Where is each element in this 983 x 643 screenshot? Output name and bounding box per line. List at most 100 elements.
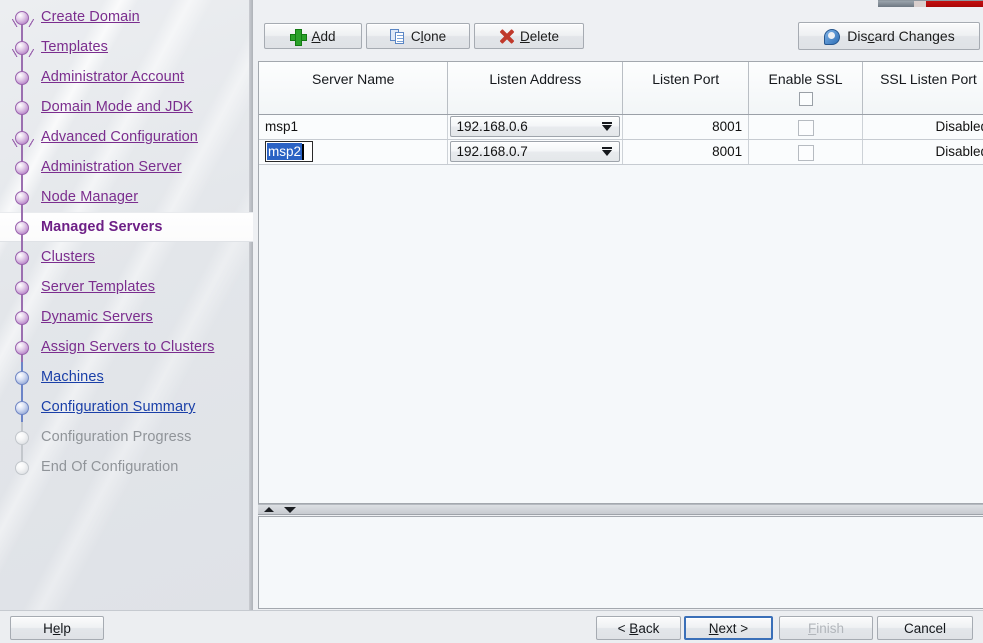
finish-button: Finish: [779, 616, 873, 640]
sidebar-item-machines[interactable]: Machines: [0, 362, 253, 392]
sidebar-item-server-templates[interactable]: Server Templates: [0, 272, 253, 302]
sidebar-item-domain-mode-and-jdk[interactable]: Domain Mode and JDK: [0, 92, 253, 122]
ssl-listen-port-value: Disabled: [935, 144, 983, 159]
add-button-label: Add: [311, 29, 335, 44]
step-node-icon: [11, 392, 33, 422]
step-bead-icon: [15, 191, 29, 205]
step-bead-icon: [15, 221, 29, 235]
column-header-listen-port[interactable]: Listen Port: [623, 62, 749, 114]
splitter-collapse-up-icon[interactable]: [264, 507, 274, 512]
listen-address-value: 192.168.0.6: [456, 119, 527, 134]
sidebar-item-end-of-configuration: End Of Configuration: [0, 452, 253, 482]
copy-icon: [390, 29, 405, 44]
listen-address-combobox[interactable]: 192.168.0.7: [450, 141, 620, 162]
panel-splitter[interactable]: [258, 504, 983, 515]
step-bead-icon: [15, 71, 29, 85]
sidebar-item-clusters[interactable]: Clusters: [0, 242, 253, 272]
step-node-icon: [11, 362, 33, 392]
cell-listen-port[interactable]: 8001: [623, 139, 749, 164]
discard-changes-button[interactable]: Discard Changes: [798, 22, 980, 50]
cell-listen-address[interactable]: 192.168.0.6: [448, 114, 623, 139]
chevron-down-icon[interactable]: [602, 150, 612, 156]
step-node-icon: [11, 152, 33, 182]
sidebar-item-assign-servers-to-clusters[interactable]: Assign Servers to Clusters: [0, 332, 253, 362]
sidebar-item-label: Clusters: [33, 249, 95, 265]
step-node-icon: [11, 62, 33, 92]
table-row[interactable]: msp2 192.168.0.7 8001 Disabled: [259, 139, 983, 164]
column-header-ssl-listen-port[interactable]: SSL Listen Port: [862, 62, 983, 114]
sidebar-item-dynamic-servers[interactable]: Dynamic Servers: [0, 302, 253, 332]
back-button[interactable]: < Back: [596, 616, 681, 640]
configuration-wizard-window: Create DomainTemplates Administrator Acco…: [0, 0, 983, 643]
server-name-value: msp1: [265, 119, 298, 134]
sidebar-item-administrator-account[interactable]: Administrator Account: [0, 62, 253, 92]
step-bead-icon: [15, 401, 29, 415]
window-titlebar-sliver: [878, 0, 983, 7]
managed-servers-table: Server NameListen Address Listen Port Enab…: [259, 62, 983, 165]
sidebar-item-managed-servers[interactable]: Managed Servers: [0, 212, 253, 242]
cell-listen-address[interactable]: 192.168.0.7: [448, 139, 623, 164]
sidebar-item-create-domain[interactable]: Create Domain: [0, 2, 253, 32]
sidebar-item-label: Administrator Account: [33, 69, 184, 85]
listen-address-value: 192.168.0.7: [456, 144, 527, 159]
cancel-button-label: Cancel: [904, 621, 946, 636]
sidebar-item-configuration-progress: Configuration Progress: [0, 422, 253, 452]
step-bead-icon: [15, 341, 29, 355]
enable-ssl-header-checkbox[interactable]: [799, 92, 813, 106]
splitter-collapse-down-icon[interactable]: [284, 507, 296, 513]
column-header-listen-address[interactable]: Listen Address: [448, 62, 623, 114]
step-bead-icon: [15, 311, 29, 325]
column-header-enable-ssl[interactable]: Enable SSL: [749, 62, 863, 114]
cell-enable-ssl[interactable]: [749, 139, 863, 164]
sidebar-item-label: End Of Configuration: [33, 459, 178, 475]
step-bead-icon: [15, 41, 29, 55]
enable-ssl-checkbox[interactable]: [798, 145, 814, 161]
table-header-row: Server NameListen Address Listen Port Enab…: [259, 62, 983, 114]
step-bead-icon: [15, 431, 29, 445]
sidebar-item-administration-server[interactable]: Administration Server: [0, 152, 253, 182]
managed-servers-table-container[interactable]: Server NameListen Address Listen Port Enab…: [258, 61, 983, 504]
next-button-label: Next >: [709, 621, 748, 636]
table-toolbar: Add Clone Delete Discard Changes: [258, 14, 980, 54]
cell-enable-ssl[interactable]: [749, 114, 863, 139]
server-name-input[interactable]: msp2: [265, 141, 313, 162]
step-node-icon: [11, 272, 33, 302]
column-header-label: Listen Port: [652, 71, 719, 87]
sidebar-item-templates[interactable]: Templates: [0, 32, 253, 62]
help-button[interactable]: Help: [10, 616, 104, 640]
finish-button-label: Finish: [808, 621, 844, 636]
plus-icon: [290, 29, 305, 44]
sidebar-item-label: Administration Server: [33, 159, 182, 175]
add-button[interactable]: Add: [264, 23, 362, 49]
listen-address-combobox[interactable]: 192.168.0.6: [450, 116, 620, 137]
cancel-button[interactable]: Cancel: [877, 616, 973, 640]
table-body: msp1 192.168.0.6 8001 Disabled msp2 192.168.0…: [259, 114, 983, 164]
sidebar-item-configuration-summary[interactable]: Configuration Summary: [0, 392, 253, 422]
column-header-label: Enable SSL: [769, 71, 843, 87]
next-button[interactable]: Next >: [684, 616, 773, 640]
step-node-icon: [11, 452, 33, 482]
listen-port-value: 8001: [712, 119, 742, 134]
chevron-down-icon[interactable]: [602, 125, 612, 131]
step-node-icon: [11, 302, 33, 332]
table-row[interactable]: msp1192.168.0.68001Disabled: [259, 114, 983, 139]
sidebar-item-node-manager[interactable]: Node Manager: [0, 182, 253, 212]
clone-button[interactable]: Clone: [366, 23, 470, 49]
sidebar-item-advanced-configuration[interactable]: Advanced Configuration: [0, 122, 253, 152]
step-bead-icon: [15, 251, 29, 265]
discard-changes-label: Discard Changes: [847, 28, 954, 44]
step-bead-icon: [15, 131, 29, 145]
step-node-icon: [11, 122, 33, 152]
cell-listen-port[interactable]: 8001: [623, 114, 749, 139]
cell-server-name[interactable]: msp2: [259, 139, 448, 164]
sidebar-item-label: Managed Servers: [33, 219, 163, 235]
listen-port-value: 8001: [712, 144, 742, 159]
enable-ssl-checkbox[interactable]: [798, 120, 814, 136]
column-header-server-name[interactable]: Server Name: [259, 62, 448, 114]
cell-server-name[interactable]: msp1: [259, 114, 448, 139]
wizard-step-sidebar: Create DomainTemplates Administrator Acco…: [0, 0, 253, 610]
red-x-icon: [499, 29, 514, 44]
step-node-icon: [11, 422, 33, 452]
delete-button[interactable]: Delete: [474, 23, 584, 49]
step-node-icon: [11, 182, 33, 212]
